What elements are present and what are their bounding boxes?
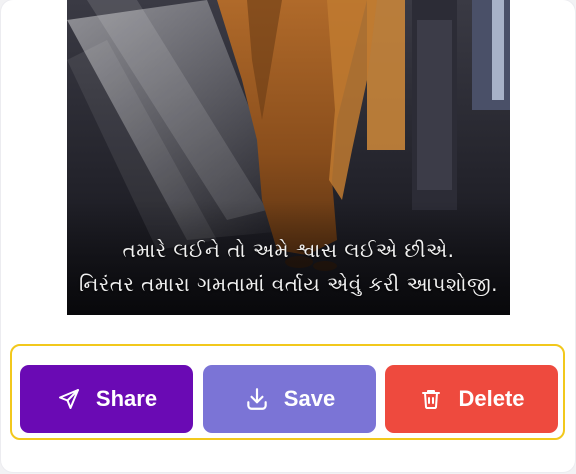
download-icon	[244, 386, 270, 412]
delete-button-label: Delete	[458, 386, 525, 411]
share-button[interactable]: Share	[20, 365, 193, 433]
save-button-label: Save	[283, 386, 336, 411]
post-photo	[67, 0, 510, 315]
post-card: તમારે લઈને તો અમે શ્વાસ લઈએ છીએ. નિરંતર …	[1, 0, 575, 472]
save-button[interactable]: Save	[203, 365, 376, 433]
caption-line-2: નિરંતર તમારા ગમતામાં વર્તાય એવું કરી આપશ…	[78, 272, 499, 296]
post-image: તમારે લઈને તો અમે શ્વાસ લઈએ છીએ. નિરંતર …	[67, 0, 510, 315]
caption-line-1: તમારે લઈને તો અમે શ્વાસ લઈએ છીએ.	[122, 238, 455, 262]
trash-icon	[418, 386, 444, 412]
share-button-label: Share	[95, 386, 158, 411]
action-bar: Share Save Delete	[10, 344, 565, 440]
send-icon	[56, 386, 82, 412]
delete-button[interactable]: Delete	[385, 365, 558, 433]
